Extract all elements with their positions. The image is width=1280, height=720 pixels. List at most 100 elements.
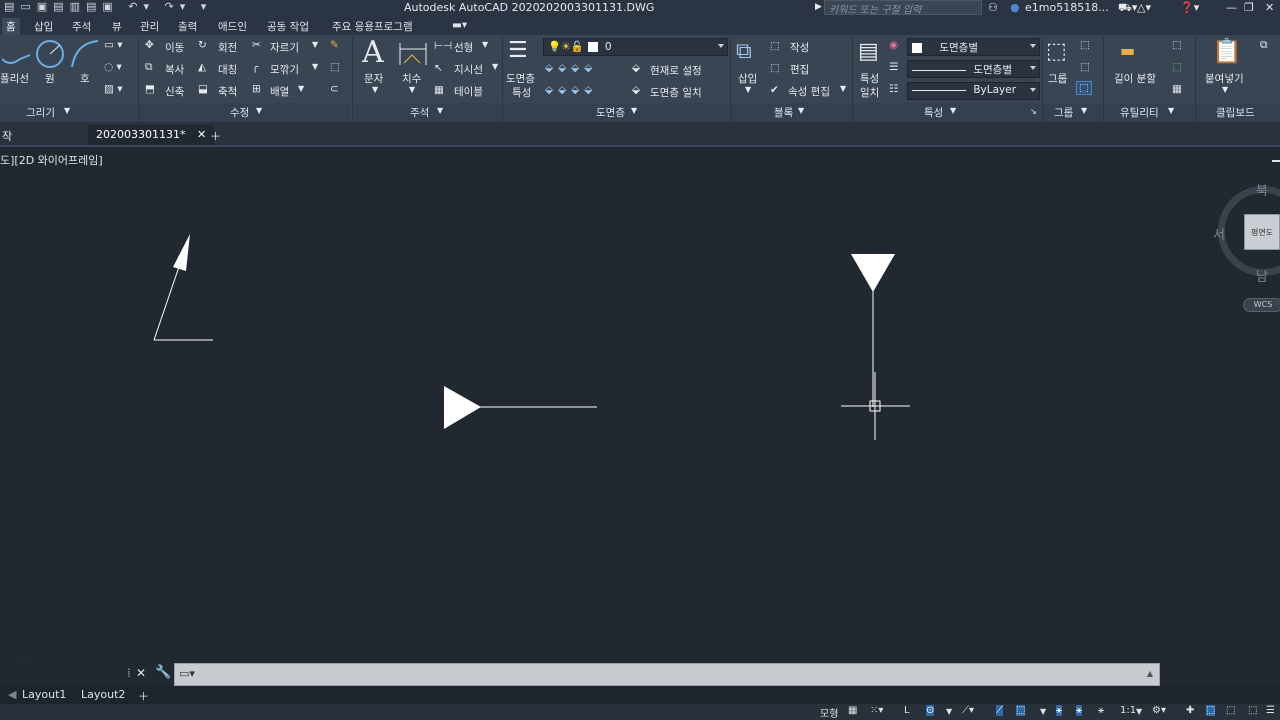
table-button[interactable]: 테이블 (454, 84, 483, 99)
grid-toggle-icon[interactable]: ▦ (848, 705, 857, 716)
utilities-panel-label[interactable]: 유틸리티 (1120, 105, 1159, 121)
chevron-down-icon[interactable]: ▼ (256, 106, 262, 115)
tab-start[interactable]: 작 (0, 125, 20, 146)
circle-icon[interactable] (35, 39, 65, 69)
block-panel-label[interactable]: 블록 (774, 105, 793, 121)
insert-block-icon[interactable]: ⧉ (736, 39, 752, 64)
edit-block-button[interactable]: 편집 (790, 62, 809, 77)
viewport-controls[interactable]: 도][2D 와이어프레임] (0, 152, 103, 168)
tab-insert[interactable]: 삽입 (30, 18, 57, 35)
draw-panel-label[interactable]: 그리기 (26, 105, 55, 121)
dialog-launcher-icon[interactable]: ↘ (1030, 107, 1037, 116)
chevron-down-icon[interactable]: ▼ (631, 106, 637, 115)
hatch-icon[interactable]: ◌ ▾ (104, 61, 122, 73)
quick-access-toolbar[interactable]: ▤▭▣▤▥▤▣ ↶▾ ↷▾ ▾ (4, 0, 212, 13)
color-wheel-icon[interactable]: ◉ (889, 39, 898, 51)
modify-panel-label[interactable]: 수정 (230, 105, 249, 121)
scale-button[interactable]: 축척 (218, 84, 237, 99)
command-history-icon[interactable]: ▭▾ (179, 667, 195, 680)
copy-clip-icon[interactable]: ⧉ (1260, 39, 1268, 52)
chevron-down-icon[interactable]: ▼ (298, 84, 304, 93)
isolate-objects-icon[interactable]: ⬚ (1206, 705, 1216, 716)
binoculars-icon[interactable]: ⚇ (988, 1, 998, 14)
user-name[interactable]: e1mo518518... (1025, 1, 1109, 14)
plus-icon[interactable]: ✚ (1186, 705, 1194, 716)
chevron-down-icon[interactable]: ▼ (745, 85, 751, 94)
stretch-button[interactable]: 신축 (165, 84, 184, 99)
model-space-toggle[interactable]: 모형 (820, 705, 838, 720)
tab-annotate[interactable]: 주석 (68, 18, 95, 35)
move-button[interactable]: 이동 (165, 40, 184, 55)
array-icon[interactable]: ⊞ (252, 83, 261, 95)
create-block-icon[interactable]: ⬚ (770, 40, 780, 52)
chevron-down-icon[interactable]: ▼ (1222, 85, 1228, 94)
text-button[interactable]: 문자 (364, 71, 383, 86)
chevron-down-icon[interactable]: ▼ (312, 40, 318, 49)
fillet-button[interactable]: 모깎기 (270, 62, 299, 77)
layer-properties-icon[interactable]: ☰ (508, 38, 528, 63)
object-snap-tracking-icon[interactable]: ⟋ (996, 705, 1003, 716)
chevron-down-icon[interactable]: ▼ (798, 106, 804, 115)
erase-icon[interactable]: ✎ (330, 39, 339, 51)
annotation-scale-icon[interactable]: ⚹ (1098, 705, 1104, 716)
leader-arrow-2[interactable] (444, 386, 597, 429)
exchange-icon[interactable]: △▾ (1137, 1, 1151, 14)
text-icon[interactable]: A (362, 35, 384, 70)
chevron-down-icon[interactable]: ▼ (409, 85, 415, 94)
group-select-icon[interactable]: ⬚ (1076, 81, 1092, 95)
gear-icon[interactable]: ⚙▾ (1152, 705, 1166, 716)
match-layer-button[interactable]: 도면층 일치 (650, 85, 702, 100)
chevron-up-icon[interactable]: ▲ (1147, 669, 1153, 678)
edit-block-icon[interactable]: ⬚ (770, 62, 780, 74)
customization-icon[interactable]: ☰ (1266, 705, 1275, 716)
match-properties-icon[interactable]: ▤ (858, 39, 879, 64)
offset-icon[interactable]: ⊂ (330, 83, 339, 95)
tab-layout1[interactable]: Layout1 (16, 687, 72, 702)
linetype-dropdown[interactable]: 도면층별 (907, 60, 1040, 78)
edit-attributes-icon[interactable]: ✔ (770, 84, 779, 96)
tab-active-drawing[interactable]: 202003301131* ✕ (88, 125, 215, 146)
layers-panel-label[interactable]: 도면층 (596, 105, 625, 121)
polar-tracking-icon[interactable]: ⊙ (926, 705, 935, 716)
groups-panel-label[interactable]: 그룹 (1054, 105, 1073, 121)
chevron-down-icon[interactable]: ▼ (1136, 707, 1142, 716)
chevron-down-icon[interactable]: ▼ (64, 106, 70, 115)
ungroup-icon[interactable]: ⬚ (1080, 39, 1090, 51)
array-button[interactable]: 배열 (270, 84, 289, 99)
chevron-down-icon[interactable]: ▼ (372, 85, 378, 94)
layer-tools-icons[interactable]: ⬙⬙⬙⬙ (545, 62, 597, 74)
dimension-button[interactable]: 치수 (402, 71, 421, 86)
cart-icon[interactable]: ⛟▾ (1118, 1, 1137, 16)
edit-attributes-button[interactable]: 속성 편집 (788, 84, 830, 99)
make-current-button[interactable]: 현재로 설정 (650, 63, 702, 78)
viewcube-west[interactable]: 서 (1213, 224, 1225, 243)
viewcube-south[interactable]: 남 (1256, 266, 1268, 285)
leader-arrow-1[interactable] (153, 234, 213, 341)
rotate-button[interactable]: 회전 (218, 40, 237, 55)
measure-icon[interactable]: ▬ (1120, 41, 1135, 60)
chevron-down-icon[interactable]: ▼ (950, 106, 956, 115)
create-block-button[interactable]: 작성 (790, 40, 809, 55)
wrench-icon[interactable]: 🔧 (155, 665, 171, 680)
ribbon-toggle-icon[interactable]: ▬▾ (448, 18, 471, 32)
command-line-grip[interactable]: ⁞ (127, 666, 131, 680)
tab-layout2[interactable]: Layout2 (75, 687, 131, 702)
tab-addins[interactable]: 애드인 (214, 18, 251, 35)
chevron-right-icon[interactable]: ▶ (815, 2, 822, 12)
properties-panel-label[interactable]: 특성 (924, 105, 943, 121)
clipboard-panel-label[interactable]: 클립보드 (1216, 105, 1255, 121)
match-layer-icon[interactable]: ⬙ (632, 84, 640, 96)
object-snap-icon[interactable]: ⬚ (1016, 705, 1026, 716)
close-button[interactable]: ✕ (1265, 1, 1274, 14)
rotate-icon[interactable]: ↻ (198, 39, 207, 51)
chevron-down-icon[interactable]: ▼ (1040, 707, 1046, 716)
fullscreen-icon[interactable]: ⬚ (1248, 705, 1257, 716)
polyline-button[interactable]: 폴리선 (0, 71, 29, 86)
layer-tools-icons-2[interactable]: ⬙⬙⬙⬙ (545, 84, 597, 96)
stretch-icon[interactable]: ⬒ (145, 83, 155, 95)
table-icon[interactable]: ▦ (434, 84, 444, 96)
leader-icon[interactable]: ↖ (434, 62, 443, 74)
drawing-canvas[interactable] (0, 148, 1280, 660)
chevron-down-icon[interactable]: ▼ (1081, 106, 1087, 115)
auto-scale-icon[interactable]: ⚹ (1076, 705, 1082, 716)
